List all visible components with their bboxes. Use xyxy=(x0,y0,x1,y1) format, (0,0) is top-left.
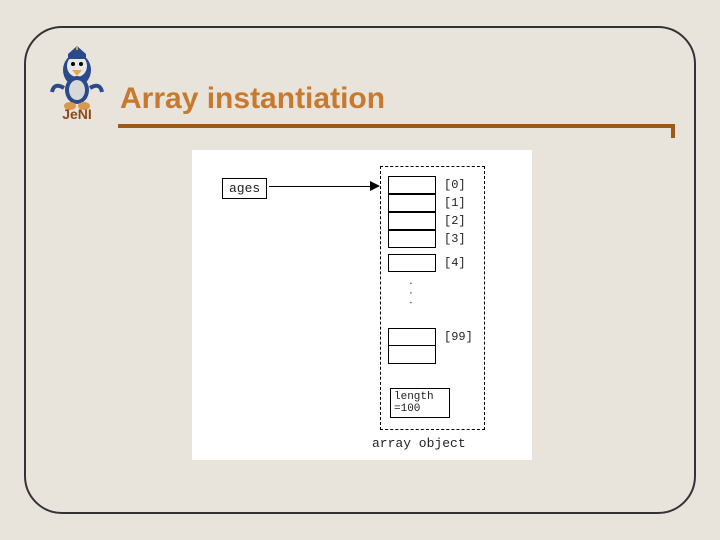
array-cell xyxy=(388,346,436,364)
array-index: [3] xyxy=(444,232,466,246)
array-index: [4] xyxy=(444,256,466,270)
array-diagram: ages [0] [1] [2] [3] [4] ... [99] length… xyxy=(192,150,532,460)
jeni-logo: JeNI xyxy=(44,46,110,122)
array-cell xyxy=(388,328,436,346)
slide-title: Array instantiation xyxy=(120,82,385,116)
array-index: [1] xyxy=(444,196,466,210)
array-cell xyxy=(388,230,436,248)
arrow-line xyxy=(269,186,374,187)
length-box: length =100 xyxy=(390,388,450,418)
array-cell xyxy=(388,176,436,194)
array-index: [0] xyxy=(444,178,466,192)
diagram-caption: array object xyxy=(372,436,466,451)
array-cell xyxy=(388,194,436,212)
arrow-head-icon xyxy=(370,181,380,191)
variable-box: ages xyxy=(222,178,267,199)
array-index: [99] xyxy=(444,330,473,344)
array-index: [2] xyxy=(444,214,466,228)
svg-text:JeNI: JeNI xyxy=(62,106,92,122)
array-cell xyxy=(388,254,436,272)
ellipsis-icon: ... xyxy=(406,280,418,309)
title-underline xyxy=(118,124,673,128)
array-cell xyxy=(388,212,436,230)
